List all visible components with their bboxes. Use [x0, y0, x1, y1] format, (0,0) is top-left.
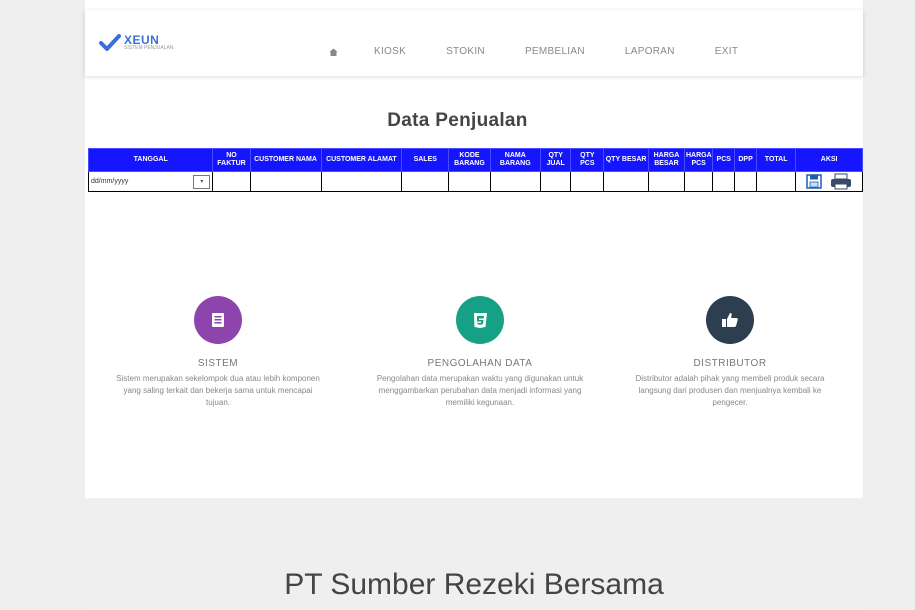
action-cell [795, 171, 863, 192]
main-nav: KIOSK STOKIN PEMBELIAN LAPORAN EXIT [329, 46, 738, 57]
feature-pengolahan-desc: Pengolahan data merupakan waktu yang dig… [376, 374, 584, 407]
no-faktur-input[interactable] [212, 171, 251, 192]
brand-logo[interactable]: XEUN SISTEM PENJUALAN [99, 34, 173, 52]
total-input[interactable] [755, 171, 797, 192]
document-icon [212, 313, 224, 327]
dpp-input[interactable] [734, 171, 757, 192]
col-sales: SALES [401, 148, 450, 172]
feature-sistem-desc: Sistem merupakan sekelompok dua atau leb… [116, 374, 320, 407]
col-customer-nama: CUSTOMER NAMA [249, 148, 322, 172]
feature-pengolahan-title: PENGOLAHAN DATA [427, 358, 533, 369]
col-qty-pcs: QTY PCS [570, 148, 605, 172]
calendar-dropdown-button[interactable]: ▾ [193, 174, 211, 189]
col-dpp: DPP [734, 148, 757, 172]
nav-item-laporan[interactable]: LAPORAN [625, 46, 675, 57]
home-icon[interactable] [329, 48, 338, 56]
feature-pengolahan-data: PENGOLAHAN DATA Pengolahan data merupaka… [360, 248, 600, 409]
sales-input[interactable] [401, 171, 450, 192]
kode-barang-input[interactable] [448, 171, 491, 192]
feature-sistem-title: SISTEM [197, 358, 239, 369]
pcs-input[interactable] [712, 171, 736, 192]
table-row: dd/mm/yyyy ▾ [87, 171, 863, 192]
brand-subtitle: SISTEM PENJUALAN [124, 45, 174, 51]
col-nama-barang: NAMA BARANG [489, 148, 541, 172]
col-harga-pcs: HARGA PCS [683, 148, 714, 172]
feature-distributor-circle [706, 296, 754, 344]
customer-nama-input[interactable] [249, 171, 322, 192]
sales-table: TANGGAL NO FAKTUR CUSTOMER NAMA CUSTOMER… [87, 148, 863, 192]
harga-pcs-input[interactable] [683, 171, 714, 192]
nav-item-stokin[interactable]: STOKIN [446, 46, 485, 57]
nav-item-exit[interactable]: EXIT [715, 46, 738, 57]
date-input-cell[interactable]: dd/mm/yyyy ▾ [87, 171, 214, 192]
company-name: PT Sumber Rezeki Bersama [284, 568, 664, 601]
feature-distributor: DISTRIBUTOR Distributor adalah pihak yan… [610, 248, 850, 409]
features-section: SISTEM Sistem merupakan sekelompok dua a… [85, 248, 863, 498]
feature-distributor-title: DISTRIBUTOR [693, 358, 767, 369]
col-total: TOTAL [755, 148, 797, 172]
col-kode-barang: KODE BARANG [448, 148, 491, 172]
col-customer-alamat: CUSTOMER ALAMAT [320, 148, 403, 172]
nav-item-pembelian[interactable]: PEMBELIAN [525, 46, 585, 57]
customer-alamat-input[interactable] [320, 171, 403, 192]
feature-sistem: SISTEM Sistem merupakan sekelompok dua a… [98, 248, 338, 409]
qty-jual-input[interactable] [539, 171, 572, 192]
thumbs-up-icon [722, 313, 738, 327]
harga-besar-input[interactable] [647, 171, 685, 192]
col-qty-jual: QTY JUAL [539, 148, 572, 172]
date-input[interactable]: dd/mm/yyyy [91, 178, 128, 185]
col-aksi: AKSI [795, 148, 863, 172]
navbar: XEUN SISTEM PENJUALAN KIOSK STOKIN PEMBE… [85, 10, 863, 76]
col-harga-besar: HARGA BESAR [647, 148, 685, 172]
print-icon[interactable] [830, 173, 852, 190]
col-qty-besar: QTY BESAR [603, 148, 649, 172]
feature-distributor-desc: Distributor adalah pihak yang membeli pr… [635, 374, 825, 407]
save-icon[interactable] [806, 174, 822, 189]
col-tanggal: TANGGAL [87, 148, 214, 172]
nama-barang-input[interactable] [489, 171, 541, 192]
feature-pengolahan-circle [456, 296, 504, 344]
feature-sistem-circle [194, 296, 242, 344]
page-title: Data Penjualan [387, 110, 528, 131]
col-pcs: PCS [712, 148, 736, 172]
nav-item-kiosk[interactable]: KIOSK [374, 46, 406, 57]
col-no-faktur: NO FAKTUR [212, 148, 251, 172]
check-icon [99, 34, 121, 51]
qty-besar-input[interactable] [603, 171, 649, 192]
css-icon [474, 313, 487, 328]
qty-pcs-input[interactable] [570, 171, 605, 192]
table-header-row: TANGGAL NO FAKTUR CUSTOMER NAMA CUSTOMER… [87, 148, 863, 172]
company-section: PT Sumber Rezeki Bersama [85, 498, 863, 610]
